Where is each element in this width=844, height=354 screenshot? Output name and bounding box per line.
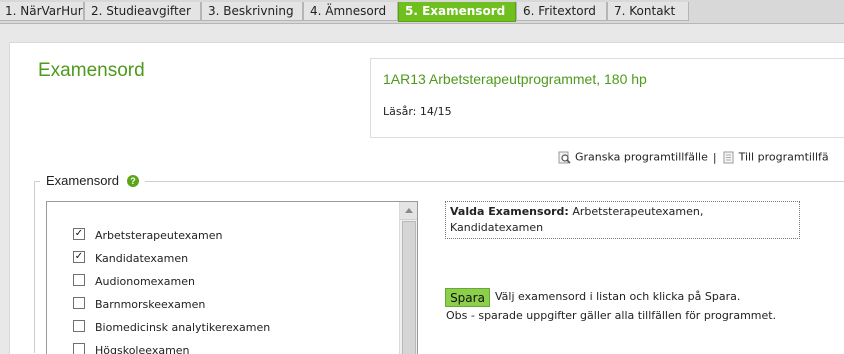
checkbox[interactable] <box>73 320 85 332</box>
tab-beskrivning[interactable]: 3. Beskrivning <box>201 2 303 21</box>
document-icon <box>723 151 734 163</box>
program-info-box: 1AR13 Arbetsterapeutprogrammet, 180 hp L… <box>370 58 844 138</box>
list-item[interactable]: ✓ Arbetsterapeutexamen <box>73 226 223 246</box>
scrollbar[interactable] <box>399 202 417 354</box>
tab-label: 5. Examensord <box>405 4 506 18</box>
tab-label: 3. Beskrivning <box>208 4 294 18</box>
fieldset-border-left <box>34 181 35 353</box>
save-button[interactable]: Spara <box>445 288 490 307</box>
list-item-label: Arbetsterapeutexamen <box>95 229 223 242</box>
tab-examensord[interactable]: 5. Examensord <box>398 2 516 22</box>
checkbox-checked[interactable]: ✓ <box>73 251 85 263</box>
scroll-up-arrow-icon[interactable] <box>400 202 417 220</box>
list-item-label: Kandidatexamen <box>95 252 189 265</box>
legend-label: Examensord <box>46 173 119 188</box>
scrollbar-thumb[interactable] <box>402 221 416 354</box>
checkbox[interactable] <box>73 274 85 286</box>
program-links: Granska programtillfälle | Till programti… <box>558 150 829 164</box>
tab-kontakt[interactable]: 7. Kontakt <box>607 2 689 21</box>
tab-label: 6. Fritextord <box>523 4 596 18</box>
academic-year: Läsår: 14/15 <box>383 105 452 118</box>
checkbox[interactable] <box>73 343 85 354</box>
selected-degrees-box: Valda Examensord: Arbetsterapeutexamen, … <box>445 201 800 239</box>
page-title: Examensord <box>38 60 145 81</box>
review-program-link[interactable]: Granska programtillfälle <box>575 151 708 164</box>
tab-bar: 1. NärVarHur 2. Studieavgifter 3. Beskri… <box>0 0 844 24</box>
list-item[interactable]: ✓ Kandidatexamen <box>73 249 188 269</box>
tab-amnesord[interactable]: 4. Ämnesord <box>303 2 398 21</box>
save-instruction: Välj examensord i listan och klicka på S… <box>495 290 741 303</box>
selected-heading: Valda Examensord: <box>450 205 569 218</box>
magnifier-icon <box>558 151 571 164</box>
list-item[interactable]: Högskoleexamen <box>73 341 190 354</box>
degree-listbox[interactable]: ✓ Arbetsterapeutexamen ✓ Kandidatexamen Au… <box>46 201 418 354</box>
link-separator: | <box>712 150 717 164</box>
tab-fritextord[interactable]: 6. Fritextord <box>516 2 607 21</box>
list-item-label: Barnmorskeexamen <box>95 298 206 311</box>
tab-label: 1. NärVarHur <box>5 4 83 18</box>
tab-label: 4. Ämnesord <box>310 4 387 18</box>
list-item[interactable]: Barnmorskeexamen <box>73 295 205 315</box>
fieldset-border-top <box>34 181 844 182</box>
save-note: Obs - sparade uppgifter gäller alla till… <box>446 309 777 322</box>
list-item-label: Biomedicinsk analytikerexamen <box>95 321 271 334</box>
checkbox-checked[interactable]: ✓ <box>73 228 85 240</box>
list-item-label: Audionomexamen <box>95 275 195 288</box>
tab-label: 2. Studieavgifter <box>91 4 191 18</box>
checkbox[interactable] <box>73 297 85 309</box>
to-program-link[interactable]: Till programtillfä <box>739 151 829 164</box>
section-legend: Examensord? <box>40 173 145 188</box>
list-item[interactable]: Audionomexamen <box>73 272 195 292</box>
help-icon[interactable]: ? <box>126 175 139 187</box>
tab-studieavgifter[interactable]: 2. Studieavgifter <box>84 2 201 21</box>
program-title: 1AR13 Arbetsterapeutprogrammet, 180 hp <box>383 71 647 87</box>
tab-narvarhur[interactable]: 1. NärVarHur <box>0 2 84 21</box>
list-item[interactable]: Biomedicinsk analytikerexamen <box>73 318 270 338</box>
tab-label: 7. Kontakt <box>614 4 676 18</box>
